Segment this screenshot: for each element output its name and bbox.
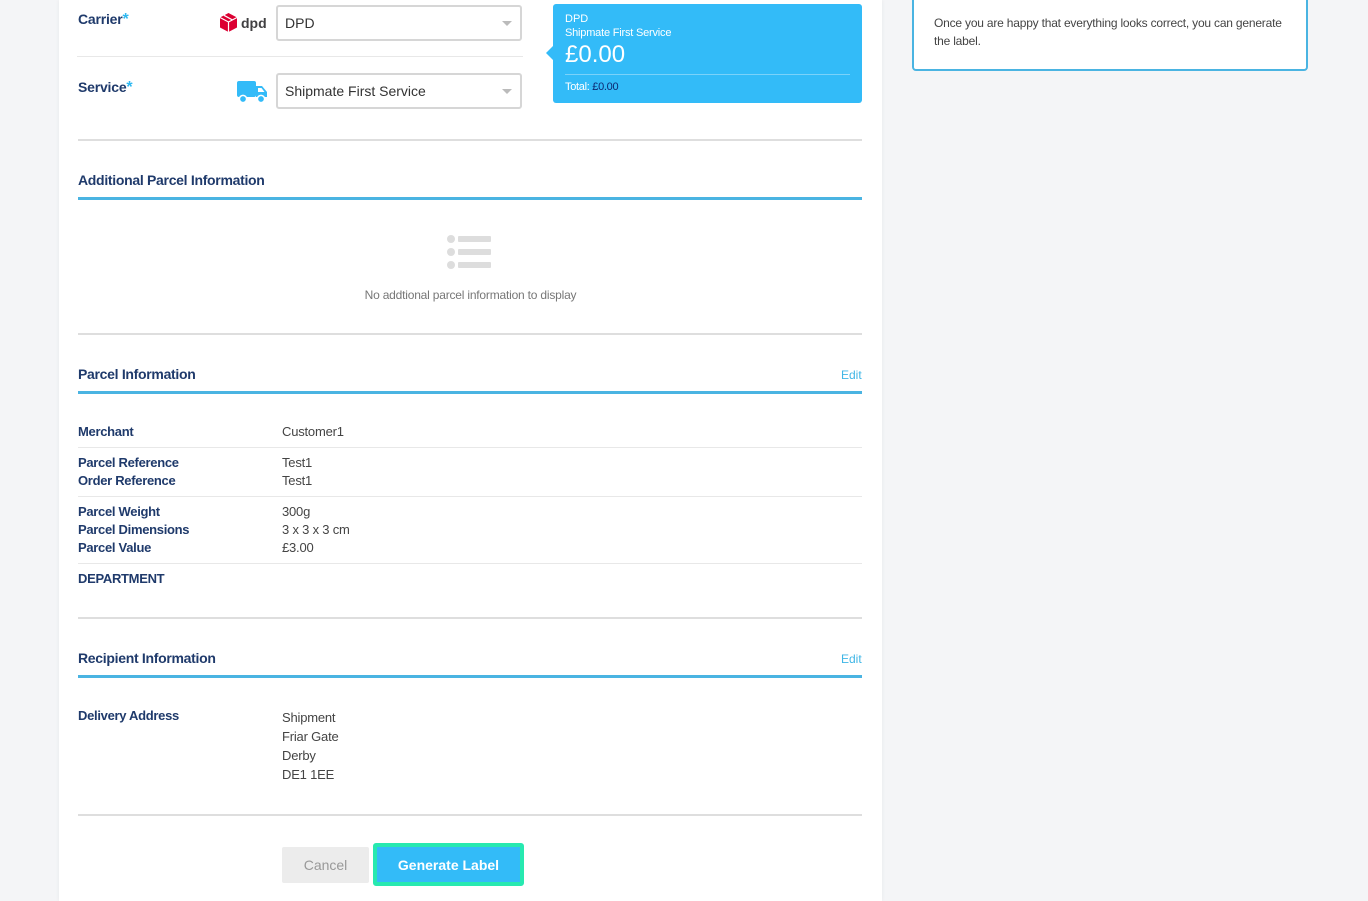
required-mark: * xyxy=(126,79,133,96)
service-select[interactable]: Shipmate First Service xyxy=(276,73,522,109)
required-mark: * xyxy=(122,11,129,28)
carrier-label: Carrier* xyxy=(78,11,129,29)
quote-service: Shipmate First Service xyxy=(565,27,672,39)
additional-info-title: Additional Parcel Information xyxy=(78,172,265,188)
quote-total-value: £0.00 xyxy=(592,81,619,93)
list-icon xyxy=(447,234,491,270)
quote-total: Total: £0.00 xyxy=(565,81,850,93)
section-divider xyxy=(78,814,862,816)
divider xyxy=(77,56,523,57)
parcel-dimensions-label: Parcel Dimensions xyxy=(78,522,190,537)
parcel-weight-value: 300g xyxy=(282,504,311,519)
parcel-value-label: Parcel Value xyxy=(78,540,152,555)
section-divider xyxy=(78,617,862,619)
row-divider xyxy=(78,447,862,448)
order-reference-value: Test1 xyxy=(282,473,313,488)
shipment-card: Carrier* dpd DPD Service* Shipmate First… xyxy=(59,0,882,901)
parcel-reference-value: Test1 xyxy=(282,455,313,470)
parcel-weight-label: Parcel Weight xyxy=(78,504,160,519)
section-underline xyxy=(78,675,862,678)
quote-total-label: Total: xyxy=(565,81,590,93)
dpd-logo: dpd xyxy=(219,12,267,33)
section-divider xyxy=(78,333,862,335)
merchant-label: Merchant xyxy=(78,424,134,439)
order-reference-label: Order Reference xyxy=(78,473,176,488)
service-label-text: Service xyxy=(78,79,127,95)
service-select-value: Shipmate First Service xyxy=(285,83,426,99)
service-label: Service* xyxy=(78,79,133,97)
section-divider xyxy=(78,139,862,141)
help-info-text: Once you are happy that everything looks… xyxy=(934,16,1282,48)
truck-icon xyxy=(237,81,267,104)
section-underline xyxy=(78,197,862,200)
chevron-down-icon xyxy=(502,21,512,26)
parcel-value-value: £3.00 xyxy=(282,540,314,555)
row-divider xyxy=(78,496,862,497)
generate-label-button[interactable]: Generate Label xyxy=(373,843,524,886)
recipient-info-title: Recipient Information xyxy=(78,650,216,666)
quote-carrier: DPD xyxy=(565,13,589,25)
address-line: Derby xyxy=(282,748,316,763)
row-divider xyxy=(78,563,862,564)
quote-summary: DPD Shipmate First Service £0.00 Total: … xyxy=(546,4,862,103)
department-label: DEPARTMENT xyxy=(78,571,165,586)
carrier-select[interactable]: DPD xyxy=(276,5,522,41)
help-info-box: Once you are happy that everything looks… xyxy=(912,0,1308,71)
section-underline xyxy=(78,391,862,394)
recipient-info-edit-link[interactable]: Edit xyxy=(841,652,862,666)
address-line: DE1 1EE xyxy=(282,767,335,782)
carrier-select-value: DPD xyxy=(285,15,315,31)
delivery-address-label: Delivery Address xyxy=(78,708,179,723)
dpd-logo-text: dpd xyxy=(241,14,267,31)
carrier-label-text: Carrier xyxy=(78,11,123,27)
parcel-reference-label: Parcel Reference xyxy=(78,455,179,470)
dpd-cube-icon xyxy=(219,13,238,32)
cancel-button[interactable]: Cancel xyxy=(282,847,369,883)
parcel-dimensions-value: 3 x 3 x 3 cm xyxy=(282,522,350,537)
address-line: Friar Gate xyxy=(282,729,339,744)
quote-divider xyxy=(565,74,850,75)
chevron-down-icon xyxy=(502,89,512,94)
empty-state-text: No addtional parcel information to displ… xyxy=(364,288,577,302)
address-line: Shipment xyxy=(282,710,336,725)
parcel-info-edit-link[interactable]: Edit xyxy=(841,368,862,382)
parcel-info-title: Parcel Information xyxy=(78,366,196,382)
delivery-address-value: Shipment Friar Gate Derby DE1 1EE xyxy=(282,708,339,784)
merchant-value: Customer1 xyxy=(282,424,344,439)
quote-price: £0.00 xyxy=(565,41,626,68)
